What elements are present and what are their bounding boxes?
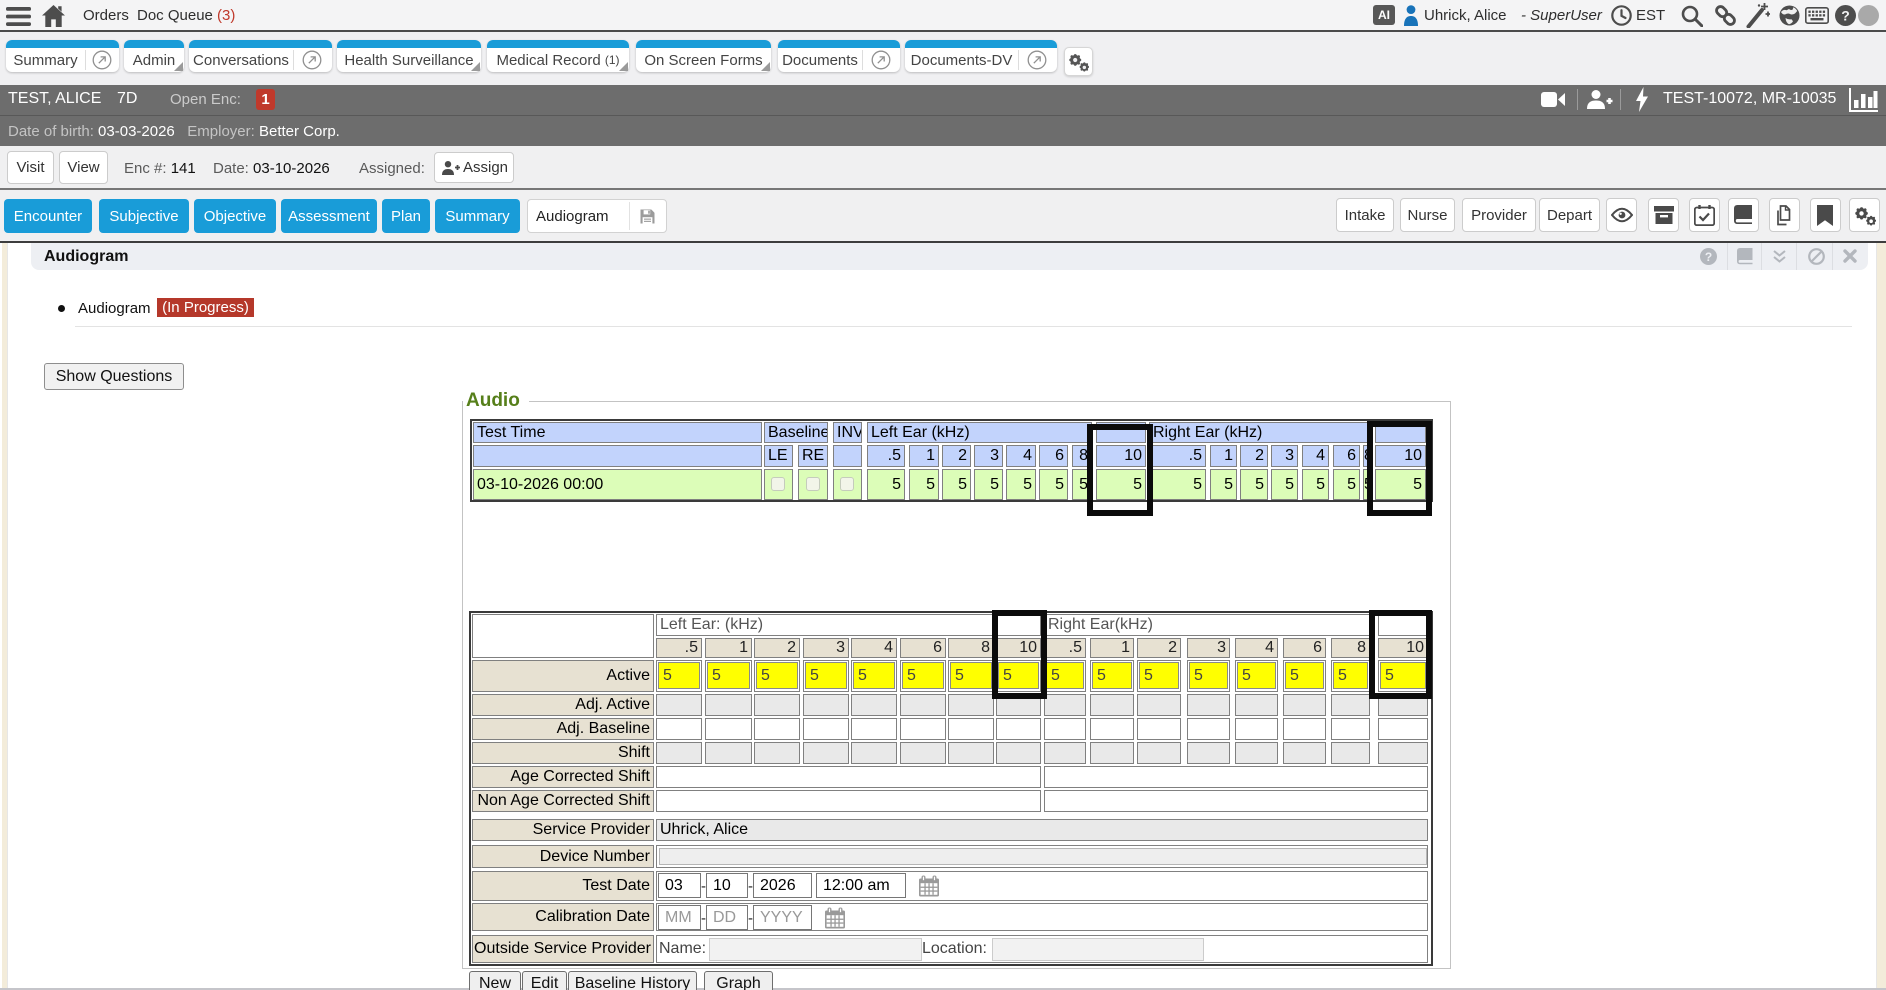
- svg-text:?: ?: [1705, 250, 1712, 264]
- svg-text:?: ?: [1841, 8, 1850, 24]
